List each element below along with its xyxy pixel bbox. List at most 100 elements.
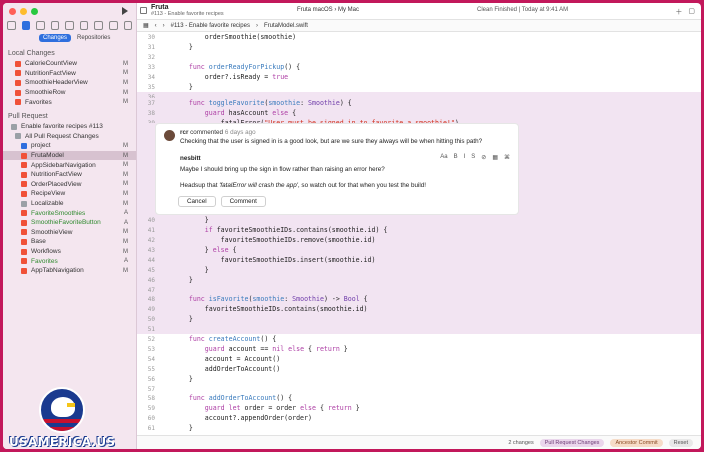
reset-button[interactable]: Reset (668, 438, 693, 447)
file-row[interactable]: SmoothieRow M (3, 88, 136, 98)
file-name: Workflows (31, 248, 61, 256)
file-row[interactable]: FavoriteSmoothies A (3, 208, 136, 218)
branch-icon (140, 7, 147, 14)
symbol-icon[interactable] (36, 20, 45, 30)
breakpoint-icon[interactable] (108, 20, 118, 30)
source-control-icon[interactable] (21, 20, 31, 30)
file-status: M (123, 152, 128, 159)
file-row[interactable]: AppTabNavigation M (3, 266, 136, 276)
all-pr-changes-item[interactable]: All Pull Request Changes (3, 132, 136, 142)
comment-header: rcr commented 6 days ago (180, 129, 256, 136)
tab-changes[interactable]: Changes (39, 34, 72, 42)
ancestor-commit-button[interactable]: Ancestor Commit (610, 438, 663, 447)
file-row[interactable]: SmoothieView M (3, 228, 136, 238)
file-name: NutritionFactView (31, 171, 82, 179)
pr-item[interactable]: Enable favorite recipes #113 (3, 122, 136, 132)
forward-icon[interactable]: › (163, 23, 165, 29)
format-tool-0[interactable]: Aa (440, 154, 447, 161)
file-row[interactable]: Localizable M (3, 199, 136, 209)
file-status: M (123, 267, 128, 274)
avatar (164, 130, 175, 141)
file-name: Base (31, 238, 46, 246)
file-status: M (123, 229, 128, 236)
format-tool-1[interactable]: B (454, 154, 458, 161)
file-row[interactable]: Workflows M (3, 247, 136, 257)
pr-icon (11, 123, 17, 130)
local-changes-title: Local Changes (8, 50, 55, 57)
file-status: M (123, 200, 128, 207)
file-row[interactable]: FrutaModel M (3, 150, 136, 161)
scheme-selector[interactable]: Fruta macOS › My Mac (297, 7, 359, 13)
breadcrumb-file[interactable]: FrutaModel.swift (264, 23, 308, 29)
format-tool-3[interactable]: S (471, 154, 475, 161)
inspector-icon[interactable]: ▢ (688, 7, 695, 17)
file-status: M (123, 99, 128, 106)
file-name: NutritionFactView (25, 69, 76, 77)
format-tool-2[interactable]: I (464, 154, 466, 161)
pr-changes-button[interactable]: Pull Request Changes (539, 438, 605, 447)
file-row[interactable]: CalorieCountView M (3, 59, 136, 69)
file-row[interactable]: Favorites M (3, 97, 136, 107)
breadcrumb-pr[interactable]: #113 - Enable favorite recipes (171, 23, 250, 29)
file-status: M (123, 89, 128, 96)
report-icon[interactable] (123, 20, 133, 30)
file-row[interactable]: NutritionFactView M (3, 69, 136, 79)
navigator-toolbar (7, 19, 133, 31)
swift-file-icon (15, 89, 21, 96)
comment-button[interactable]: Comment (220, 196, 266, 207)
zoom-window-button[interactable] (31, 8, 38, 15)
file-status: M (123, 238, 128, 245)
back-icon[interactable]: ‹ (155, 23, 157, 29)
file-name: SmoothieFavoriteButton (31, 219, 101, 227)
reply-text-line2[interactable]: Headsup that 'fatalError will crash the … (180, 182, 426, 189)
comment-body: Checking that the user is signed in is a… (180, 138, 483, 145)
file-row[interactable]: project M (3, 141, 136, 151)
code-editor[interactable]: 30 orderSmoothie(smoothie) 31 } 32 33 fu… (137, 32, 701, 435)
file-row[interactable]: OrderPlacedView M (3, 180, 136, 190)
cancel-button[interactable]: Cancel (178, 196, 216, 207)
file-name: AppSidebarNavigation (31, 161, 96, 169)
format-tool-4[interactable]: ⊘ (481, 154, 486, 161)
swift-file-icon (21, 229, 27, 236)
file-name: SmoothieRow (25, 89, 66, 97)
reply-actions: Cancel Comment (178, 196, 266, 207)
library-icon[interactable]: ＋ (675, 7, 682, 17)
swift-file-icon (21, 210, 27, 217)
file-row[interactable]: Base M (3, 237, 136, 247)
swift-file-icon (21, 267, 27, 274)
file-row[interactable]: NutritionFactView M (3, 170, 136, 180)
run-icon[interactable] (122, 7, 128, 15)
file-row[interactable]: Favorites A (3, 256, 136, 266)
file-row[interactable]: SmoothieHeaderView M (3, 78, 136, 88)
file-name: SmoothieView (31, 228, 73, 236)
swift-file-icon (21, 219, 27, 226)
file-name: Favorites (25, 98, 52, 106)
reply-composer[interactable]: nesbitt Aa B I S ⊘ ▦ ⌘ Maybe I should bring up… (174, 150, 514, 212)
swift-file-icon (21, 181, 27, 188)
file-row[interactable]: SmoothieFavoriteButton A (3, 218, 136, 228)
test-icon[interactable] (79, 20, 89, 30)
file-status: M (123, 190, 128, 197)
tab-repositories[interactable]: Repositories (73, 34, 114, 42)
close-window-button[interactable] (9, 8, 16, 15)
file-status: M (123, 162, 128, 169)
project-icon (21, 142, 27, 149)
file-status: M (123, 142, 128, 149)
debug-icon[interactable] (94, 20, 103, 30)
grid-icon[interactable]: ▦ (143, 22, 149, 29)
file-row[interactable]: AppSidebarNavigation M (3, 160, 136, 170)
local-changes-list: CalorieCountView M NutritionFactView M Smoot… (3, 59, 136, 107)
reply-text-line1[interactable]: Maybe I should bring up the sign in flow… (180, 166, 385, 173)
format-tool-6[interactable]: ⌘ (504, 154, 510, 161)
source-control-segment: Changes Repositories (39, 34, 114, 42)
format-tool-5[interactable]: ▦ (492, 154, 498, 161)
window-controls (9, 8, 38, 15)
file-row[interactable]: RecipeView M (3, 189, 136, 199)
pull-request-list: Enable favorite recipes #113 All Pull Re… (3, 122, 136, 276)
file-name: project (31, 142, 51, 150)
minimize-window-button[interactable] (20, 8, 27, 15)
swift-file-icon (21, 238, 27, 245)
folder-icon[interactable] (7, 20, 16, 30)
find-icon[interactable] (50, 20, 60, 30)
issue-icon[interactable] (65, 20, 74, 30)
